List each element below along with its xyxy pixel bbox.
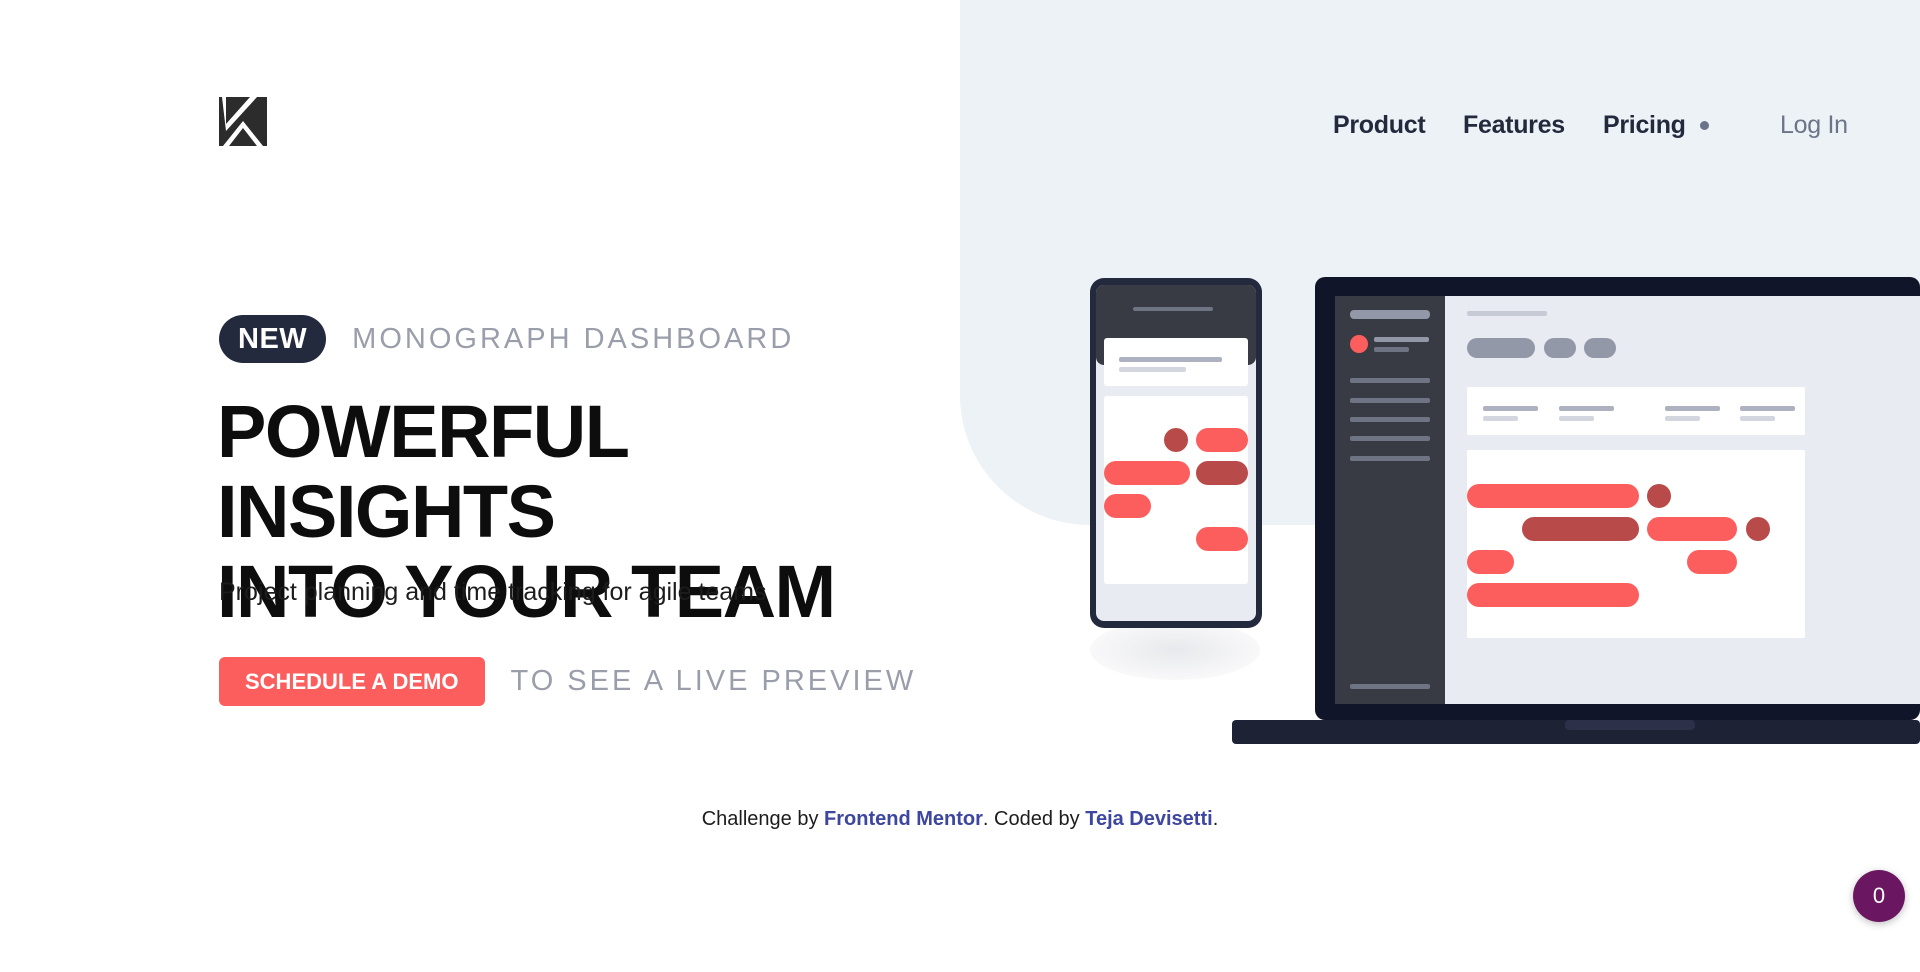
laptop-hinge bbox=[1565, 720, 1695, 730]
frontend-mentor-link[interactable]: Frontend Mentor bbox=[824, 808, 983, 830]
new-badge: NEW bbox=[219, 315, 327, 363]
schedule-demo-button[interactable]: SCHEDULE A DEMO bbox=[219, 657, 485, 706]
nav-item-pricing[interactable]: Pricing bbox=[1603, 110, 1686, 140]
cta-caption: TO SEE A LIVE PREVIEW bbox=[510, 665, 917, 697]
badge-caption: MONOGRAPH DASHBOARD bbox=[352, 323, 795, 355]
headline-line-1: POWERFUL INSIGHTS bbox=[217, 390, 629, 553]
notification-counter[interactable]: 0 bbox=[1853, 870, 1905, 922]
dashboard-illustration bbox=[1090, 277, 1920, 744]
nav-item-features[interactable]: Features bbox=[1463, 110, 1565, 140]
nav-item-product[interactable]: Product bbox=[1333, 110, 1426, 140]
footer-middle: . Coded by bbox=[982, 808, 1086, 830]
footer-prefix: Challenge by bbox=[701, 808, 825, 830]
login-link[interactable]: Log In bbox=[1780, 110, 1848, 140]
main-nav: Product Features Pricing Log In bbox=[0, 110, 1920, 140]
cta-row: SCHEDULE A DEMO TO SEE A LIVE PREVIEW bbox=[219, 657, 916, 706]
author-link[interactable]: Teja Devisetti bbox=[1085, 808, 1212, 830]
nav-separator-dot bbox=[1700, 121, 1709, 130]
attribution-footer: Challenge by Frontend Mentor. Coded by T… bbox=[0, 805, 1920, 833]
badge-row: NEW MONOGRAPH DASHBOARD bbox=[219, 315, 794, 363]
laptop-sidebar bbox=[1335, 296, 1445, 704]
hero-subtitle: Project planning and time tracking for a… bbox=[219, 578, 767, 606]
footer-suffix: . bbox=[1212, 808, 1219, 830]
